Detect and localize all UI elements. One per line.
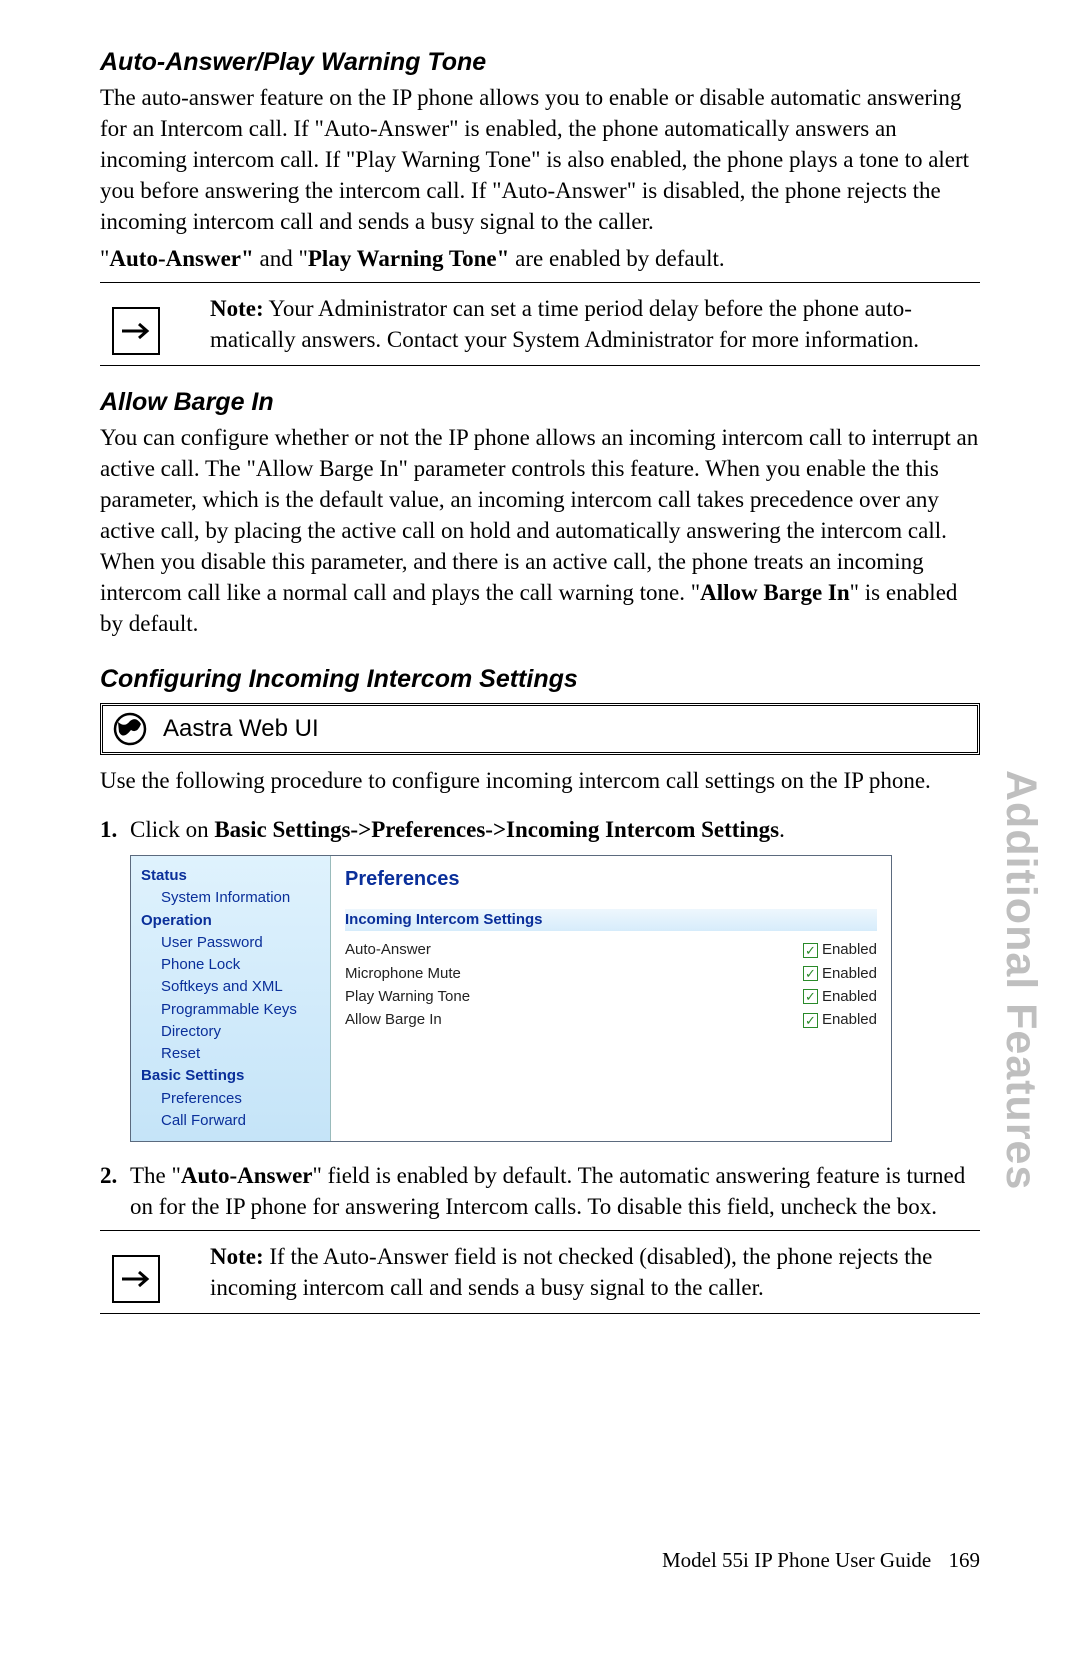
nav-category[interactable]: Status: [141, 866, 326, 886]
text: Click on: [130, 817, 214, 842]
globe-icon: [113, 712, 147, 746]
note-label: Note:: [210, 1244, 264, 1269]
pref-row: Auto-Answer ✓ Enabled: [345, 940, 877, 960]
pref-value-text: Enabled: [822, 940, 877, 960]
heading-configure: Configuring Incoming Intercom Settings: [100, 663, 980, 697]
pref-row: Allow Barge In ✓ Enabled: [345, 1010, 877, 1030]
step-number: 1.: [100, 814, 130, 845]
web-ui-label: Aastra Web UI: [163, 713, 319, 745]
note-label: Note:: [210, 296, 264, 321]
nav-item[interactable]: Reset: [161, 1044, 326, 1064]
text-bold: Auto-Answer: [181, 1163, 313, 1188]
web-ui-bar: Aastra Web UI: [100, 703, 980, 755]
page-footer: Model 55i IP Phone User Guide 169: [662, 1546, 980, 1574]
text-bold: Play Warning Tone": [308, 246, 510, 271]
step-body: Click on Basic Settings->Preferences->In…: [130, 814, 980, 845]
note-block-2: Note: If the Auto-Answer field is not ch…: [100, 1230, 980, 1314]
nav-item[interactable]: User Password: [161, 933, 326, 953]
pref-value-text: Enabled: [822, 1010, 877, 1030]
nav-item[interactable]: Directory: [161, 1022, 326, 1042]
note-body: Your Administrator can set a time period…: [210, 296, 919, 352]
pref-value: ✓ Enabled: [803, 987, 877, 1007]
pref-value-text: Enabled: [822, 964, 877, 984]
side-tab-title: Additional Features: [992, 770, 1050, 1190]
checkbox-icon[interactable]: ✓: [803, 943, 818, 958]
nav-item[interactable]: Preferences: [161, 1089, 326, 1109]
pref-label: Auto-Answer: [345, 940, 431, 960]
para-use: Use the following procedure to configure…: [100, 765, 980, 796]
pref-label: Microphone Mute: [345, 964, 461, 984]
text-bold: Auto-Answer": [109, 246, 253, 271]
pref-label: Allow Barge In: [345, 1010, 442, 1030]
pref-value-text: Enabled: [822, 987, 877, 1007]
text: .: [779, 817, 785, 842]
note-block-1: Note: Your Administrator can set a time …: [100, 282, 980, 366]
footer-text: Model 55i IP Phone User Guide: [662, 1548, 931, 1572]
pref-value: ✓ Enabled: [803, 940, 877, 960]
para-auto-1: The auto-answer feature on the IP phone …: [100, 82, 980, 237]
note-text: Note: If the Auto-Answer field is not ch…: [210, 1241, 980, 1303]
pref-row: Play Warning Tone ✓ Enabled: [345, 987, 877, 1007]
text-bold: Allow Barge In: [700, 580, 850, 605]
step-body: The "Auto-Answer" field is enabled by de…: [130, 1160, 980, 1222]
step-2: 2. The "Auto-Answer" field is enabled by…: [100, 1160, 980, 1222]
nav-category[interactable]: Operation: [141, 911, 326, 931]
nav-item[interactable]: Softkeys and XML: [161, 977, 326, 997]
checkbox-icon[interactable]: ✓: [803, 989, 818, 1004]
pref-label: Play Warning Tone: [345, 987, 470, 1007]
text: ": [100, 246, 109, 271]
text-bold: Basic Settings->Preferences->Incoming In…: [214, 817, 779, 842]
text: and ": [254, 246, 308, 271]
step-number: 2.: [100, 1160, 130, 1222]
note-body: If the Auto-Answer field is not checked …: [210, 1244, 932, 1300]
heading-auto-answer: Auto-Answer/Play Warning Tone: [100, 46, 980, 80]
checkbox-icon[interactable]: ✓: [803, 966, 818, 981]
screenshot-preferences: Status System Information Operation User…: [130, 855, 892, 1142]
pref-value: ✓ Enabled: [803, 964, 877, 984]
pref-row: Microphone Mute ✓ Enabled: [345, 964, 877, 984]
heading-barge: Allow Barge In: [100, 386, 980, 420]
screenshot-main: Preferences Incoming Intercom Settings A…: [331, 856, 891, 1141]
nav-item[interactable]: Phone Lock: [161, 955, 326, 975]
para-auto-2: "Auto-Answer" and "Play Warning Tone" ar…: [100, 243, 980, 274]
nav-category[interactable]: Basic Settings: [141, 1066, 326, 1086]
text: are enabled by default.: [509, 246, 724, 271]
text: The ": [130, 1163, 181, 1188]
para-barge: You can configure whether or not the IP …: [100, 422, 980, 639]
screenshot-sidebar: Status System Information Operation User…: [131, 856, 331, 1141]
checkbox-icon[interactable]: ✓: [803, 1013, 818, 1028]
nav-item[interactable]: System Information: [161, 888, 326, 908]
screenshot-title: Preferences: [345, 866, 877, 893]
arrow-right-icon: [112, 307, 160, 355]
page-number: 169: [949, 1548, 981, 1572]
step-1: 1. Click on Basic Settings->Preferences-…: [100, 814, 980, 845]
nav-item[interactable]: Call Forward: [161, 1111, 326, 1131]
nav-item[interactable]: Programmable Keys: [161, 1000, 326, 1020]
arrow-right-icon: [112, 1255, 160, 1303]
note-text: Note: Your Administrator can set a time …: [210, 293, 980, 355]
screenshot-section-header: Incoming Intercom Settings: [345, 909, 877, 931]
pref-value: ✓ Enabled: [803, 1010, 877, 1030]
text: You can configure whether or not the IP …: [100, 425, 978, 605]
